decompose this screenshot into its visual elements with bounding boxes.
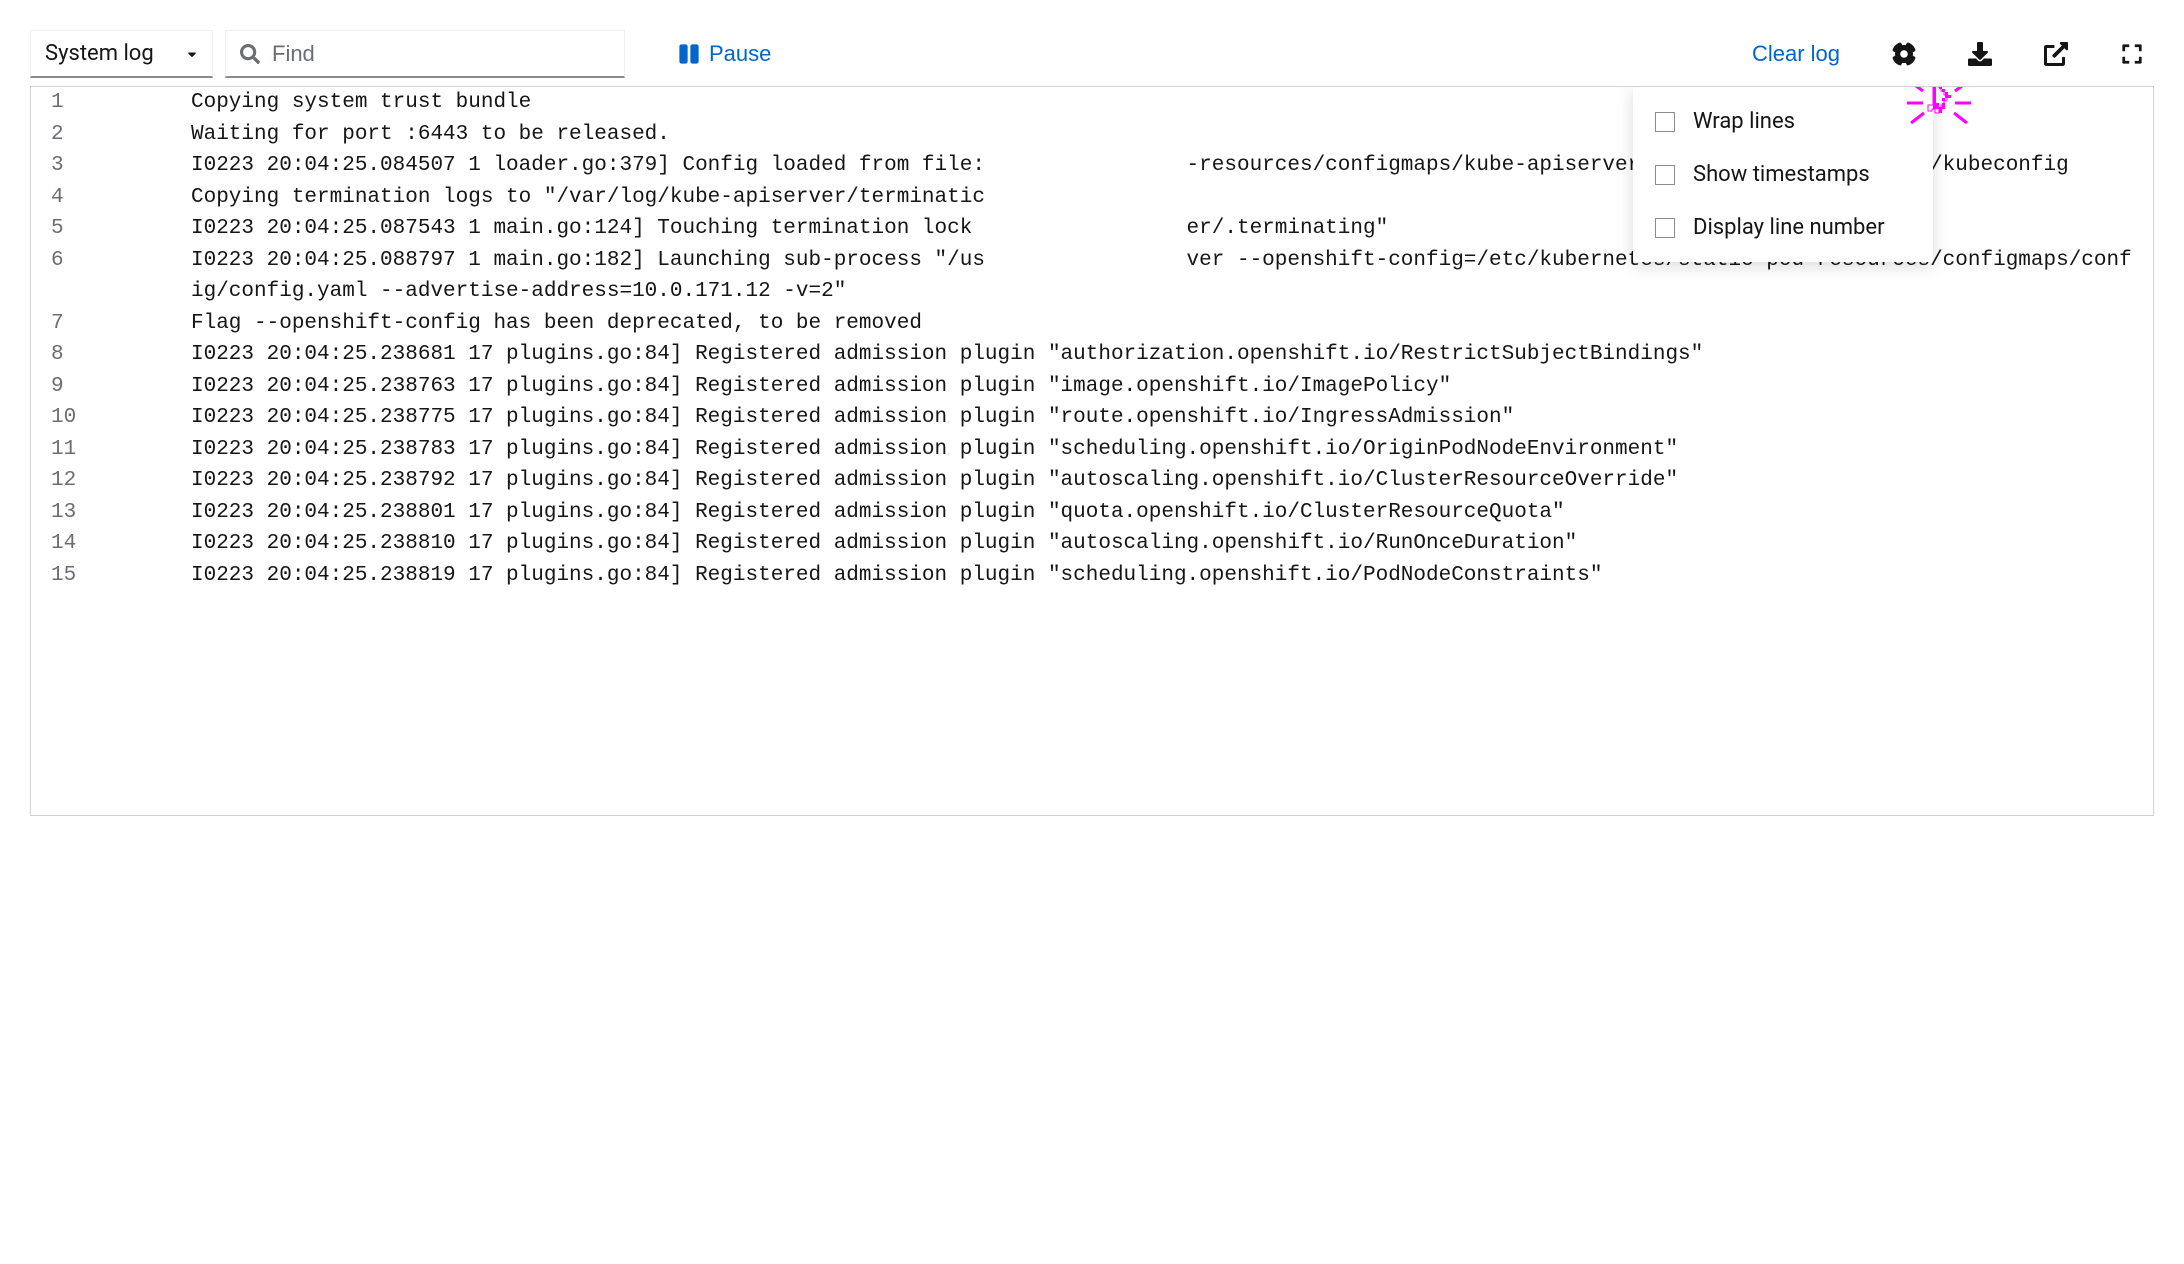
line-number: 7 <box>31 308 191 340</box>
log-row: 15I0223 20:04:25.238819 17 plugins.go:84… <box>31 560 2153 592</box>
line-text: I0223 20:04:25.238792 17 plugins.go:84] … <box>191 465 2153 497</box>
line-number: 3 <box>31 150 191 182</box>
clear-log-button[interactable]: Clear log <box>1742 33 1850 75</box>
line-text: I0223 20:04:25.238775 17 plugins.go:84] … <box>191 402 2153 434</box>
line-number: 9 <box>31 371 191 403</box>
line-text: I0223 20:04:25.238801 17 plugins.go:84] … <box>191 497 2153 529</box>
log-toolbar: System log Pause Clear log <box>30 30 2154 78</box>
line-number: 2 <box>31 119 191 151</box>
line-number: 8 <box>31 339 191 371</box>
log-row: 7Flag --openshift-config has been deprec… <box>31 308 2153 340</box>
pause-label: Pause <box>709 41 771 67</box>
line-number: 6 <box>31 245 191 308</box>
download-button[interactable] <box>1958 32 2002 76</box>
line-number: 15 <box>31 560 191 592</box>
gear-icon <box>1892 42 1916 66</box>
search-icon <box>240 44 260 64</box>
clear-log-label: Clear log <box>1752 41 1840 67</box>
log-row: 12I0223 20:04:25.238792 17 plugins.go:84… <box>31 465 2153 497</box>
open-external-button[interactable] <box>2034 32 2078 76</box>
checkbox-icon <box>1655 165 1675 185</box>
line-text: I0223 20:04:25.238763 17 plugins.go:84] … <box>191 371 2153 403</box>
checkbox-icon <box>1655 112 1675 132</box>
find-input[interactable] <box>272 41 610 67</box>
line-number: 11 <box>31 434 191 466</box>
settings-display-line-number[interactable]: Display line number <box>1633 201 1933 254</box>
line-text: I0223 20:04:25.238810 17 plugins.go:84] … <box>191 528 2153 560</box>
pause-icon <box>679 43 699 65</box>
external-link-icon <box>2044 42 2068 66</box>
settings-item-label: Display line number <box>1693 215 1885 240</box>
log-row: 10I0223 20:04:25.238775 17 plugins.go:84… <box>31 402 2153 434</box>
line-number: 10 <box>31 402 191 434</box>
line-number: 4 <box>31 182 191 214</box>
log-row: 8I0223 20:04:25.238681 17 plugins.go:84]… <box>31 339 2153 371</box>
line-text: Flag --openshift-config has been depreca… <box>191 308 2153 340</box>
line-text: I0223 20:04:25.238819 17 plugins.go:84] … <box>191 560 2153 592</box>
settings-wrap-lines[interactable]: Wrap lines <box>1633 95 1933 148</box>
log-row: 14I0223 20:04:25.238810 17 plugins.go:84… <box>31 528 2153 560</box>
download-icon <box>1968 42 1992 66</box>
settings-button[interactable] <box>1882 32 1926 76</box>
log-row: 11I0223 20:04:25.238783 17 plugins.go:84… <box>31 434 2153 466</box>
settings-item-label: Wrap lines <box>1693 109 1795 134</box>
expand-button[interactable] <box>2110 32 2154 76</box>
line-number: 14 <box>31 528 191 560</box>
line-number: 5 <box>31 213 191 245</box>
settings-item-label: Show timestamps <box>1693 162 1870 187</box>
line-text: I0223 20:04:25.238681 17 plugins.go:84] … <box>191 339 2153 371</box>
line-number: 1 <box>31 87 191 119</box>
log-viewer: Wrap lines Show timestamps Display line … <box>30 86 2154 816</box>
dropdown-label: System log <box>45 41 154 66</box>
log-source-dropdown[interactable]: System log <box>30 30 213 78</box>
checkbox-icon <box>1655 218 1675 238</box>
log-row: 13I0223 20:04:25.238801 17 plugins.go:84… <box>31 497 2153 529</box>
pause-button[interactable]: Pause <box>669 33 781 75</box>
settings-show-timestamps[interactable]: Show timestamps <box>1633 148 1933 201</box>
settings-popover: Wrap lines Show timestamps Display line … <box>1633 87 1933 262</box>
expand-icon <box>2121 43 2143 65</box>
line-number: 13 <box>31 497 191 529</box>
log-row: 9I0223 20:04:25.238763 17 plugins.go:84]… <box>31 371 2153 403</box>
caret-down-icon <box>186 48 198 60</box>
line-number: 12 <box>31 465 191 497</box>
line-text: I0223 20:04:25.238783 17 plugins.go:84] … <box>191 434 2153 466</box>
find-field[interactable] <box>225 30 625 78</box>
